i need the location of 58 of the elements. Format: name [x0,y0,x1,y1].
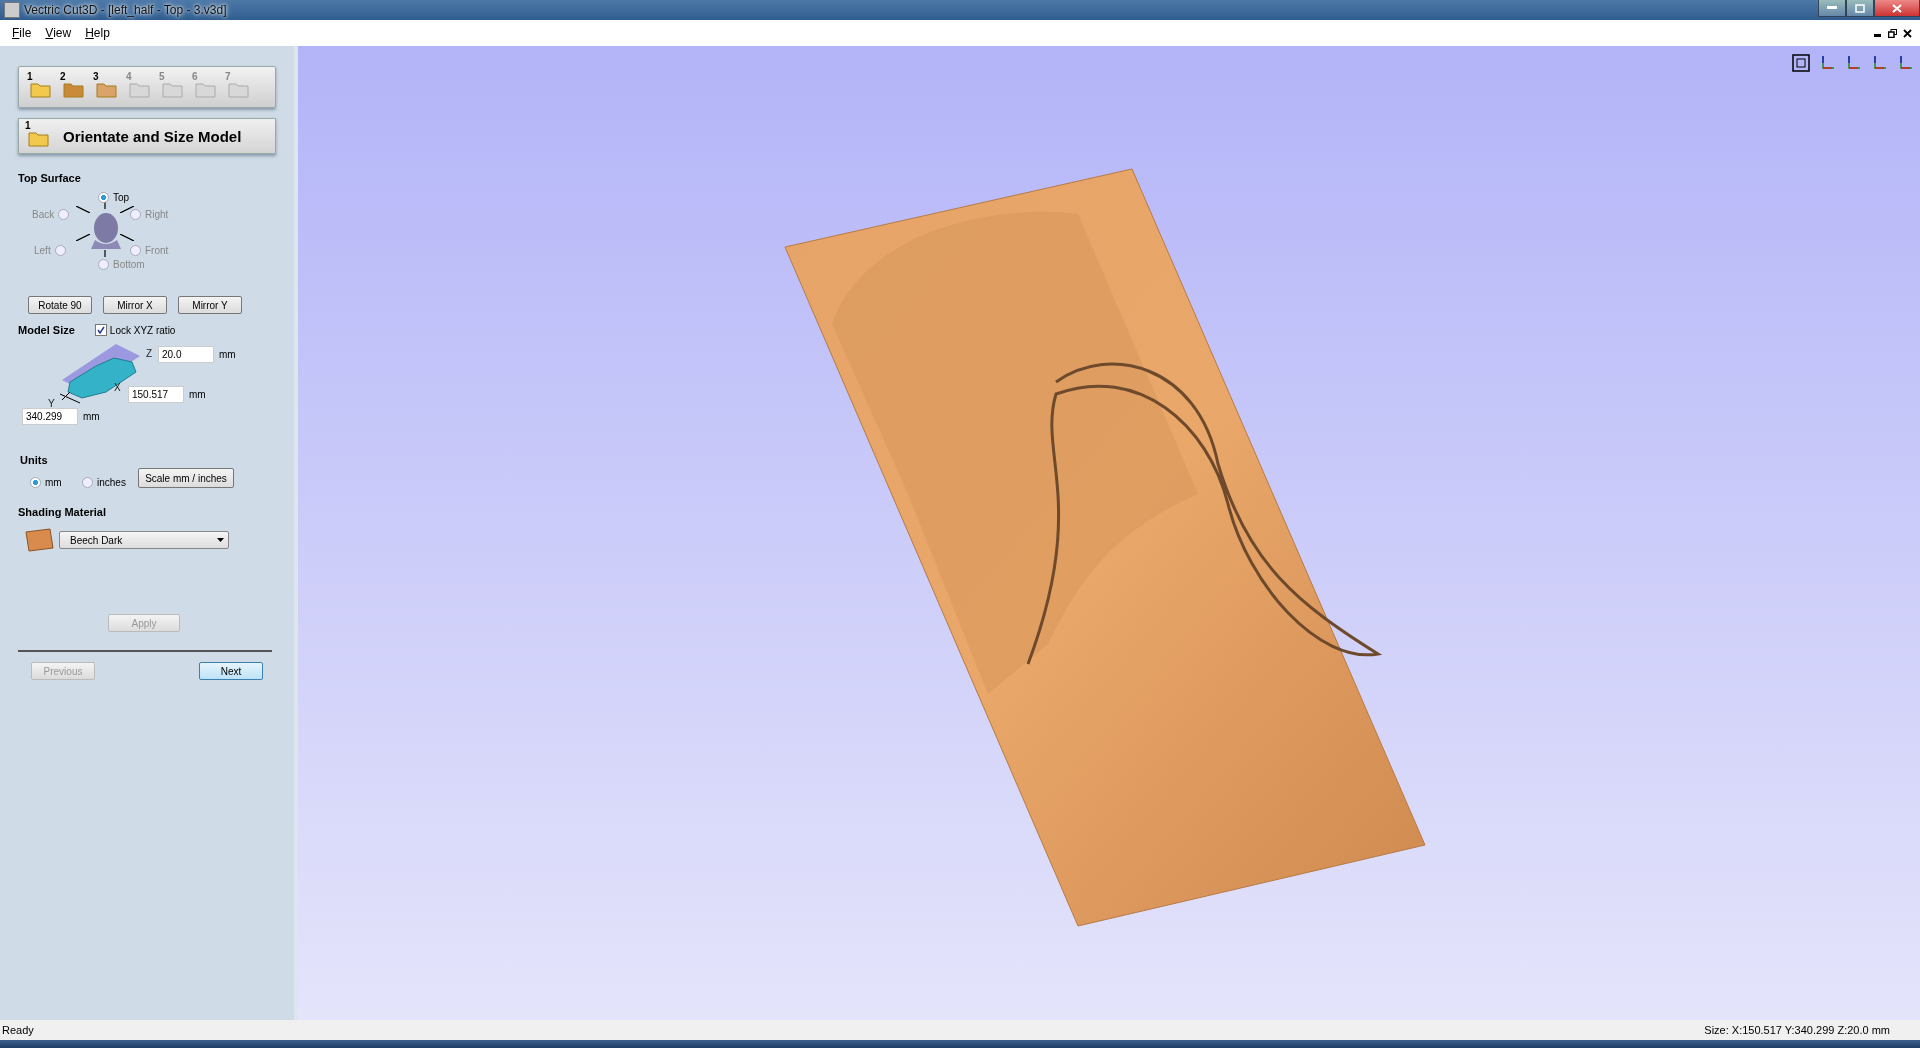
step-number: 2 [60,71,66,82]
lock-checkbox[interactable]: Lock XYZ ratio [94,324,176,336]
zoom-extents-icon[interactable] [1792,54,1810,72]
status-text: Ready [2,1024,34,1036]
close-icon [1892,3,1902,13]
check-icon [96,326,105,334]
action-button[interactable]: Mirror Y [178,296,242,314]
step-number: 1 [25,120,31,131]
step-title: Orientate and Size Model [63,127,242,145]
head-bust-drawing [90,212,122,250]
restore-icon[interactable] [1888,28,1897,38]
app-icon [4,2,20,18]
step-number: 6 [192,71,198,82]
unit-label: mm [189,389,206,400]
step-number: 1 [27,71,33,82]
radio-option[interactable]: mm [30,476,82,488]
unit-label: mm [83,411,100,422]
leader-line [76,206,90,213]
action-button[interactable]: Rotate 90 [28,296,92,314]
leader-line [104,200,106,209]
size-input[interactable]: 340.299 [22,408,78,425]
action-button[interactable]: Mirror X [103,296,167,314]
unit-label: mm [219,349,236,360]
material-swatch-icon [24,528,54,552]
axis-label: X [114,382,121,393]
maximize-icon [1855,3,1865,13]
step-number: 4 [126,71,132,82]
axis-label: Y [48,398,55,409]
step-number: 3 [93,71,99,82]
step-number: 5 [159,71,165,82]
maximize-button[interactable] [1846,0,1874,17]
leader-line [76,234,90,241]
menu-item[interactable]: Help [79,24,116,42]
menu-item[interactable]: View [39,24,78,42]
radio-option[interactable]: Top [98,192,130,203]
size-input[interactable]: 150.517 [128,386,184,403]
minimize-icon [1827,6,1837,10]
section-title: Shading Material [18,506,108,518]
menu-item[interactable]: File [6,24,38,42]
section-title: Units [20,454,49,466]
step-number: 7 [225,71,231,82]
close-icon[interactable] [1903,28,1912,38]
section-title: Model Size [18,324,75,336]
size-input[interactable]: 20.0 [158,346,214,363]
axis-label: Z [146,348,153,359]
leader-line [120,234,134,241]
radio-option[interactable]: inches [82,476,134,488]
leader-line [104,250,106,257]
minimize-button[interactable] [1818,0,1846,17]
caret-icon [217,538,224,542]
scale-button[interactable]: Scale mm / inches [138,468,234,488]
section-title: Top Surface [18,172,82,184]
leader-line [120,206,134,213]
window-title: Vectric Cut3D - [left_half - Top - 3.v3d] [24,3,227,17]
nav-button[interactable]: Next [199,662,263,680]
size-readout: Size: X:150.517 Y:340.299 Z:20.0 mm [1704,1024,1890,1036]
close-button[interactable] [1874,0,1920,17]
material-dropdown[interactable]: Beech Dark [59,531,229,549]
